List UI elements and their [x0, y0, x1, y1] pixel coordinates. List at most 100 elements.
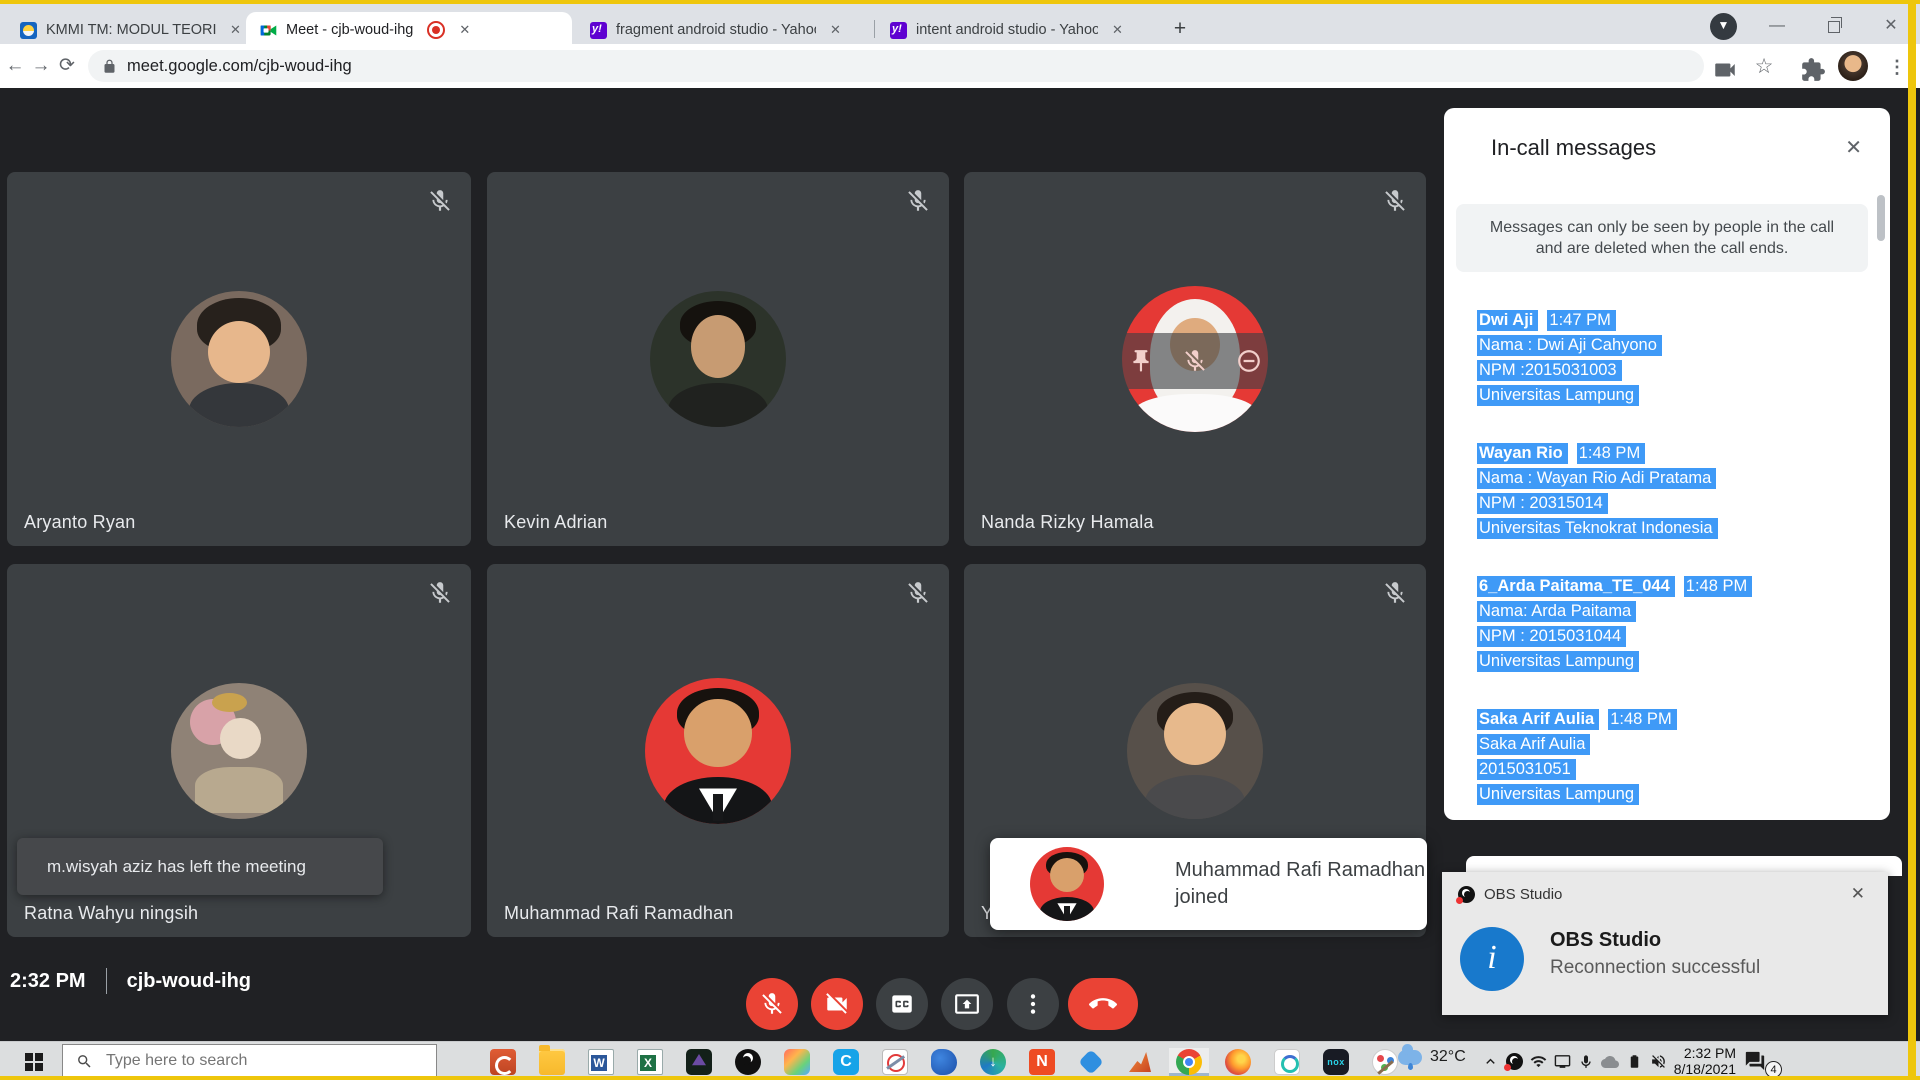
- participant-tile[interactable]: Kevin Adrian: [487, 172, 949, 546]
- scrollbar-thumb[interactable]: [1877, 195, 1885, 241]
- message-line: Nama: Arda Paitama: [1477, 601, 1636, 622]
- tray-mic-icon[interactable]: [1574, 1054, 1598, 1070]
- tray-obs-icon[interactable]: [1502, 1053, 1526, 1070]
- taskbar-item-powerpoint[interactable]: [483, 1048, 523, 1076]
- taskbar-item-excel[interactable]: X: [630, 1048, 670, 1076]
- participant-joined-toast: Muhammad Rafi Ramadhan joined: [990, 838, 1427, 930]
- reload-icon[interactable]: ⟳: [52, 51, 82, 81]
- taskbar-item-firefox[interactable]: [1218, 1048, 1258, 1076]
- window-restore-button[interactable]: [1814, 12, 1854, 40]
- taskbar-clock[interactable]: 2:32 PM 8/18/2021: [1666, 1045, 1736, 1077]
- taskbar-item-snipping-tool[interactable]: [875, 1048, 915, 1076]
- tray-onedrive-icon[interactable]: [1598, 1053, 1622, 1071]
- participant-tile[interactable]: Muhammad Rafi Ramadhan: [487, 564, 949, 937]
- tab-yahoo-fragment[interactable]: fragment android studio - Yahoo ✕: [578, 12, 870, 48]
- mute-icon[interactable]: [1182, 348, 1208, 374]
- tray-battery-icon[interactable]: [1622, 1054, 1646, 1069]
- taskbar-item-adobe-cc[interactable]: [777, 1048, 817, 1076]
- avatar: [1127, 683, 1263, 819]
- taskbar-item-blue-app[interactable]: [924, 1048, 964, 1076]
- end-call-button[interactable]: [1068, 978, 1138, 1030]
- joined-avatar: [1030, 847, 1104, 921]
- present-button[interactable]: [941, 978, 993, 1030]
- taskbar-item-nox[interactable]: nox: [1316, 1048, 1356, 1076]
- notification-app-name: OBS Studio: [1484, 886, 1562, 903]
- taskbar-search[interactable]: [62, 1044, 437, 1078]
- taskbar-item-dev-app[interactable]: [679, 1048, 719, 1076]
- browser-menu-icon[interactable]: ⋮: [1884, 54, 1910, 80]
- lock-icon[interactable]: [102, 59, 117, 74]
- tab-close-icon[interactable]: ✕: [455, 20, 474, 40]
- message-line: Nama : Dwi Aji Cahyono: [1477, 335, 1662, 356]
- tab-yahoo-intent[interactable]: intent android studio - Yahoo Ima ✕: [878, 12, 1152, 48]
- tray-expand-icon[interactable]: [1478, 1053, 1502, 1070]
- taskbar-item-diamond-app[interactable]: [1071, 1048, 1111, 1076]
- android-studio-icon: [1274, 1049, 1300, 1075]
- taskbar-item-word[interactable]: W: [581, 1048, 621, 1076]
- window-minimize-button[interactable]: —: [1757, 12, 1797, 40]
- taskbar-item-file-explorer[interactable]: [532, 1048, 572, 1076]
- participant-name: Ratna Wahyu ningsih: [24, 903, 198, 924]
- tab-close-icon[interactable]: ✕: [1108, 20, 1127, 40]
- avatar: [650, 291, 786, 427]
- captions-button[interactable]: [876, 978, 928, 1030]
- obs-notification[interactable]: OBS Studio ✕ i OBS Studio Reconnection s…: [1442, 872, 1888, 1015]
- taskbar-item-obs-studio[interactable]: [728, 1048, 768, 1076]
- participant-tile[interactable]: Nanda Rizky Hamala: [964, 172, 1426, 546]
- tray-display-icon[interactable]: [1550, 1053, 1574, 1070]
- new-tab-button[interactable]: +: [1166, 16, 1194, 44]
- meet-bottom-bar: 2:32 PM cjb-woud-ihg: [0, 952, 1430, 1041]
- search-input[interactable]: [104, 1051, 408, 1071]
- mic-muted-icon: [427, 580, 453, 606]
- participant-left-toast: m.wisyah aziz has left the meeting: [17, 838, 383, 895]
- snipping-tool-icon: [882, 1049, 908, 1075]
- panel-close-icon[interactable]: ✕: [1839, 133, 1868, 162]
- media-control-button[interactable]: ▼: [1710, 13, 1737, 40]
- taskbar-item-matlab[interactable]: [1120, 1048, 1160, 1076]
- mic-toggle-button[interactable]: [746, 978, 798, 1030]
- avatar: [171, 683, 307, 819]
- taskbar-weather[interactable]: 32°C: [1398, 1048, 1466, 1066]
- tab-close-icon[interactable]: ✕: [826, 20, 845, 40]
- profile-avatar[interactable]: [1838, 51, 1868, 81]
- more-vert-icon: [1020, 991, 1046, 1017]
- address-bar[interactable]: meet.google.com/cjb-woud-ihg: [88, 50, 1704, 82]
- tab-close-icon[interactable]: ✕: [226, 20, 245, 40]
- bookmark-star-icon[interactable]: ☆: [1751, 54, 1777, 80]
- pin-icon[interactable]: [1128, 348, 1154, 374]
- tab-title: Meet - cjb-woud-ihg: [286, 22, 413, 38]
- action-center-button[interactable]: 4: [1744, 1050, 1774, 1074]
- chat-notice: Messages can only be seen by people in t…: [1456, 204, 1868, 272]
- remove-participant-icon[interactable]: [1236, 348, 1262, 374]
- yahoo-favicon-icon: [890, 22, 907, 39]
- message-line: NPM : 2015031044: [1477, 626, 1626, 647]
- camera-toggle-button[interactable]: [811, 978, 863, 1030]
- participant-tile[interactable]: Aryanto Ryan: [7, 172, 471, 546]
- taskbar-item-camtasia[interactable]: C: [826, 1048, 866, 1076]
- taskbar-item-idm[interactable]: ↓: [973, 1048, 1013, 1076]
- system-tray: [1478, 1042, 1670, 1080]
- tray-wifi-icon[interactable]: [1526, 1053, 1550, 1070]
- tile-hover-controls: [1114, 333, 1276, 389]
- message-time: 1:47 PM: [1547, 310, 1615, 331]
- start-button[interactable]: [14, 1050, 54, 1074]
- word-icon: W: [588, 1049, 614, 1075]
- taskbar-item-nitro-pdf[interactable]: N: [1022, 1048, 1062, 1076]
- more-options-button[interactable]: [1007, 978, 1059, 1030]
- camera-in-use-icon[interactable]: [1712, 57, 1738, 83]
- notification-close-icon[interactable]: ✕: [1846, 882, 1870, 906]
- captions-icon: [889, 991, 915, 1017]
- dev-app-icon: [686, 1049, 712, 1075]
- clock-time: 2:32 PM: [1666, 1045, 1736, 1061]
- panel-title: In-call messages: [1491, 135, 1656, 161]
- sender-name: Dwi Aji: [1477, 310, 1538, 331]
- joined-name: Muhammad Rafi Ramadhan: [1175, 857, 1425, 884]
- tab-kmmi[interactable]: KMMI TM: MODUL TEORI ACTIVI ✕: [8, 12, 246, 48]
- taskbar-item-android-studio[interactable]: [1267, 1048, 1307, 1076]
- taskbar-item-chrome[interactable]: [1169, 1048, 1209, 1076]
- mic-muted-icon: [1382, 188, 1408, 214]
- nitro-pdf-icon: N: [1029, 1049, 1055, 1075]
- extensions-puzzle-icon[interactable]: [1800, 57, 1826, 83]
- tab-meet[interactable]: Meet - cjb-woud-ihg ✕: [246, 12, 572, 48]
- window-close-button[interactable]: ✕: [1871, 12, 1911, 40]
